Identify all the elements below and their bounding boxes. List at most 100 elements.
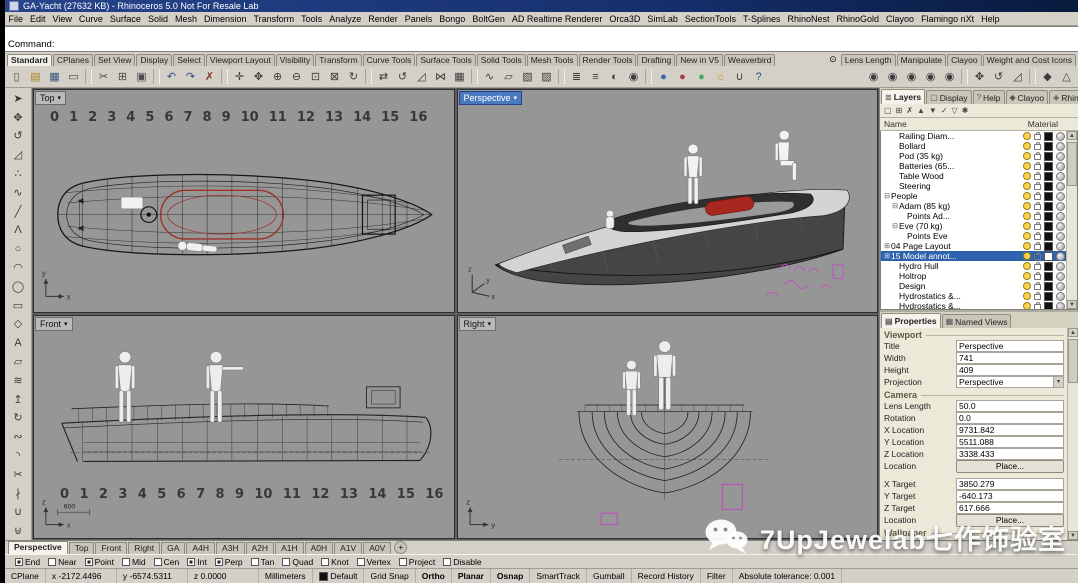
title-bar[interactable]: GA-Yacht (27632 KB) - Rhinoceros 5.0 Not… [5, 0, 1078, 12]
scroll-up-icon[interactable]: ▲ [1068, 328, 1078, 337]
layer-row[interactable]: Hydro Hull [881, 261, 1067, 271]
menu-mesh[interactable]: Mesh [171, 14, 200, 24]
scrollbar-thumb[interactable] [1067, 142, 1077, 186]
open-icon[interactable]: ▤ [26, 67, 45, 86]
layer-color-swatch[interactable] [1044, 242, 1053, 251]
bulb-icon[interactable] [1023, 252, 1031, 260]
chevron-down-icon[interactable]: ▾ [514, 94, 518, 102]
lens-length-icon[interactable]: ◉ [864, 67, 883, 86]
lock-icon[interactable] [1034, 234, 1041, 240]
osnap-near[interactable]: Near [48, 557, 76, 567]
layer-row[interactable]: ⊟People [881, 191, 1067, 201]
layer-color-swatch[interactable] [1044, 192, 1053, 201]
menu-tools[interactable]: Tools [298, 14, 326, 24]
layer-color-swatch[interactable] [1044, 252, 1053, 261]
viewport-title-right[interactable]: Right ▾ [459, 317, 497, 331]
rotate-icon[interactable]: ↺ [7, 127, 29, 146]
lock-icon[interactable]: ◉ [624, 67, 643, 86]
lens-length-icon[interactable]: ◉ [940, 67, 959, 86]
lock-icon[interactable] [1034, 164, 1041, 170]
scrollbar-thumb[interactable] [1068, 339, 1078, 383]
curve-icon[interactable]: ∿ [7, 183, 29, 202]
viewport-tab-front[interactable]: Front [95, 542, 127, 554]
lock-icon[interactable] [1034, 134, 1041, 140]
layer-color-swatch[interactable] [1044, 222, 1053, 231]
viewport-front[interactable]: Front ▾ 012345678910111213141516 [33, 315, 455, 539]
lens-length-icon[interactable]: ◉ [921, 67, 940, 86]
weight-icon[interactable]: △ [1057, 67, 1076, 86]
toolbar-tab-weight-and-cost-icons[interactable]: Weight and Cost Icons [983, 54, 1076, 66]
curve-icon[interactable]: ∿ [480, 67, 499, 86]
check-all-icon[interactable]: ✓ [941, 106, 948, 115]
viewport-tab-a1v[interactable]: A1V [334, 542, 362, 554]
ellipse-icon[interactable]: ◯ [7, 277, 29, 296]
chevron-down-icon[interactable]: ▾ [488, 320, 492, 328]
menu-panels[interactable]: Panels [401, 14, 436, 24]
zoom-extents-icon[interactable]: ⊠ [325, 67, 344, 86]
checkbox-icon[interactable] [321, 558, 329, 566]
place-button[interactable]: Place... [956, 514, 1064, 527]
loft-icon[interactable]: ≋ [7, 371, 29, 390]
viewport-title-perspective[interactable]: Perspective ▾ [459, 91, 523, 105]
pointer-icon[interactable]: ➤ [7, 89, 29, 108]
property-value[interactable]: 3850.279 [956, 478, 1064, 490]
zoom-out-icon[interactable]: ⊖ [287, 67, 306, 86]
group-icon[interactable]: ∪ [730, 67, 749, 86]
help-icon[interactable]: ? [749, 67, 768, 86]
expand-icon[interactable]: ⊞ [883, 242, 891, 250]
material-icon[interactable] [1056, 292, 1065, 301]
viewport-tab-a0h[interactable]: A0H [305, 542, 334, 554]
layer-color-swatch[interactable] [1044, 292, 1053, 301]
osnap-knot[interactable]: Knot [321, 557, 349, 567]
bulb-icon[interactable] [1023, 152, 1031, 160]
move-down-icon[interactable]: ▼ [929, 106, 937, 115]
toolbar-tab-clayoo[interactable]: Clayoo [947, 54, 981, 66]
osnap-mid[interactable]: Mid [122, 557, 146, 567]
lock-icon[interactable] [1034, 304, 1041, 310]
material-icon[interactable] [1056, 192, 1065, 201]
toggle-osnap[interactable]: Osnap [491, 569, 530, 583]
osnap-int[interactable]: Int [187, 557, 206, 567]
scroll-down-icon[interactable]: ▼ [1067, 300, 1077, 309]
toolbar-tab-visibility[interactable]: Visibility [276, 54, 315, 66]
layer-color-swatch[interactable] [1044, 272, 1053, 281]
layer-row[interactable]: Design [881, 281, 1067, 291]
manipulator-move-icon[interactable]: ✥ [970, 67, 989, 86]
material-icon[interactable] [1056, 142, 1065, 151]
menu-render[interactable]: Render [365, 14, 402, 24]
viewport-tab-a3h[interactable]: A3H [216, 542, 245, 554]
bulb-icon[interactable] [1023, 222, 1031, 230]
property-value[interactable]: 9731.842 [956, 424, 1064, 436]
command-area[interactable]: Command: [5, 26, 1078, 52]
command-prompt[interactable]: Command: [5, 39, 1078, 51]
expand-icon[interactable]: ⊟ [891, 222, 899, 230]
cplane-cell[interactable]: CPlane [5, 569, 46, 583]
rotate-icon[interactable]: ↺ [393, 67, 412, 86]
viewport-right[interactable]: Right ▾ [457, 315, 879, 539]
sun-icon[interactable]: ☼ [711, 67, 730, 86]
material-icon[interactable] [1056, 162, 1065, 171]
lock-icon[interactable] [1034, 274, 1041, 280]
rectangle-icon[interactable]: ▭ [7, 296, 29, 315]
osnap-cen[interactable]: Cen [154, 557, 180, 567]
scroll-up-icon[interactable]: ▲ [1067, 131, 1077, 140]
bulb-icon[interactable] [1023, 302, 1031, 310]
toolbar-tab-surface-tools[interactable]: Surface Tools [416, 54, 475, 66]
checkbox-icon[interactable] [357, 558, 365, 566]
layer-row[interactable]: Points Ad... [881, 211, 1067, 221]
material-icon[interactable] [1056, 152, 1065, 161]
bulb-icon[interactable] [1023, 292, 1031, 300]
filter-icon[interactable]: ▽ [952, 106, 958, 115]
render-preview-icon[interactable]: ● [673, 67, 692, 86]
menu-edit[interactable]: Edit [27, 14, 50, 24]
toggle-gumball[interactable]: Gumball [587, 569, 632, 583]
checkbox-icon[interactable] [399, 558, 407, 566]
layer-color-swatch[interactable] [1044, 172, 1053, 181]
menu-orca3d[interactable]: Orca3D [606, 14, 644, 24]
lock-icon[interactable] [1034, 194, 1041, 200]
bulb-icon[interactable] [1023, 202, 1031, 210]
new-layer-icon[interactable]: ▢ [884, 106, 892, 115]
mirror-icon[interactable]: ⋈ [431, 67, 450, 86]
delete-layer-icon[interactable]: ✗ [906, 106, 913, 115]
viewport-tab-perspective[interactable]: Perspective [8, 541, 68, 554]
